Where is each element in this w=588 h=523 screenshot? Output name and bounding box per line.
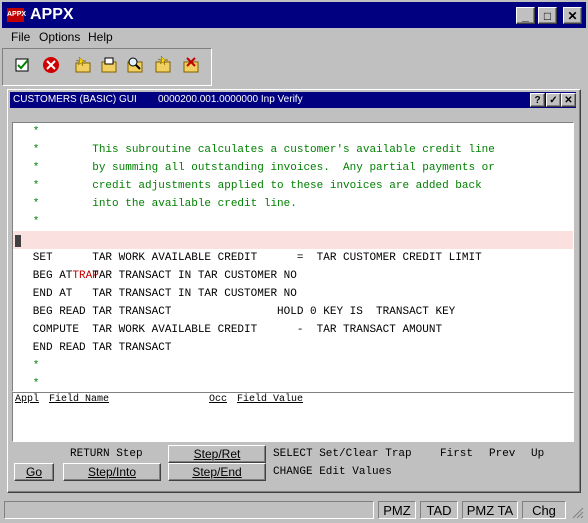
code-line[interactable]: * [13,375,573,393]
inner-close-button[interactable]: ✕ [561,93,576,107]
resize-grip-icon[interactable] [570,505,584,519]
code-line[interactable]: BEG READ TAR TRANSACT HOLD 0 KEY IS TRAN… [13,303,573,321]
code-line[interactable]: END READ TAR TRANSACT [13,339,573,357]
status-tad: TAD [420,501,458,519]
status-chg: Chg [522,501,566,519]
menu-file[interactable]: File [11,30,30,44]
status-message [4,501,374,519]
code-listing[interactable]: * * This subroutine calculates a custome… [12,122,574,392]
select-hint: SELECT Set/Clear Trap [273,448,412,460]
close-button[interactable]: ✕ [563,7,582,24]
step-ret-button[interactable]: Step/Ret [168,445,266,463]
menu-help[interactable]: Help [88,30,113,44]
code-line[interactable]: BEG AT TAR TRANSACT IN TAR CUSTOMER NO [13,267,573,285]
code-line[interactable]: * credit adjustments applied to these in… [13,177,573,195]
code-line[interactable]: * [13,357,573,375]
folder-cancel-icon[interactable] [179,55,203,79]
maximize-button[interactable]: □ [538,7,557,24]
folder-open-icon[interactable] [97,55,121,79]
inner-title-bar: CUSTOMERS (BASIC) GUI 0000200.001.000000… [10,92,576,108]
code-line[interactable]: * [13,123,573,141]
first-hint[interactable]: First [440,448,473,460]
status-pmz: PMZ [378,501,416,519]
code-line[interactable]: * by summing all outstanding invoices. A… [13,159,573,177]
menu-options[interactable]: Options [39,30,80,44]
status-bar: PMZ TAD PMZ TA Chg [2,499,586,521]
up-hint[interactable]: Up [531,448,544,460]
toolbar [2,48,212,86]
check-doc-icon[interactable] [11,55,35,79]
step-end-button[interactable]: Step/End [168,463,266,481]
change-hint: CHANGE Edit Values [273,466,392,478]
code-line[interactable]: * This subroutine calculates a customer'… [13,141,573,159]
code-line[interactable]: COMPUTE TAR WORK AVAILABLE CREDIT - TAR … [13,321,573,339]
cancel-icon[interactable] [39,55,63,79]
return-step-label: RETURN Step [70,448,143,460]
code-line[interactable]: * into the available credit line. [13,195,573,213]
menu-bar: File Options Help [2,29,586,47]
app-icon: APPX [7,8,26,22]
col-occ: Occ [209,394,228,405]
inner-title: CUSTOMERS (BASIC) GUI [13,94,137,105]
code-line[interactable]: SET TAR WORK AVAILABLE CREDIT = TAR CUST… [13,249,573,267]
app-title: APPX [30,6,74,23]
inner-subtitle: 0000200.001.0000000 Inp Verify [158,94,303,105]
code-line-trap[interactable]: TRAP [13,231,573,282]
debugger-window: CUSTOMERS (BASIC) GUI 0000200.001.000000… [7,89,581,493]
col-appl: Appl [15,394,40,405]
folder-star-icon[interactable] [151,55,175,79]
title-bar: APPX APPX _ □ ✕ [2,2,586,28]
col-field-name: Field Name [49,394,110,405]
code-line[interactable]: * [13,213,573,231]
code-line[interactable]: END AT TAR TRANSACT IN TAR CUSTOMER NO [13,285,573,303]
status-pmz-ta: PMZ TA [462,501,518,519]
new-icon[interactable] [71,55,95,79]
ok-button[interactable]: ✓ [546,93,561,107]
trap-marker [15,235,21,247]
field-values-panel[interactable]: Appl Field Name Occ Field Value [12,392,574,442]
go-button[interactable]: Go [14,463,54,481]
minimize-button[interactable]: _ [516,7,535,24]
col-field-value: Field Value [237,394,304,405]
step-into-button[interactable]: Step/Into [63,463,161,481]
prev-hint[interactable]: Prev [489,448,515,460]
help-button[interactable]: ? [530,93,545,107]
folder-search-icon[interactable] [123,55,147,79]
